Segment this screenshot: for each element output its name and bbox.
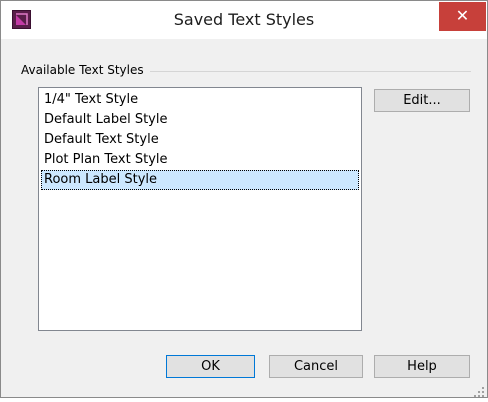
ok-button[interactable]: OK xyxy=(166,355,255,378)
help-button[interactable]: Help xyxy=(374,355,470,378)
list-item[interactable]: 1/4" Text Style xyxy=(41,90,359,110)
list-item[interactable]: Default Text Style xyxy=(41,130,359,150)
dialog-window: Saved Text Styles ✕ Available Text Style… xyxy=(0,0,488,398)
window-title: Saved Text Styles xyxy=(173,10,315,29)
title-bar[interactable]: Saved Text Styles ✕ xyxy=(1,1,487,39)
resize-grip-icon[interactable] xyxy=(473,383,485,397)
edit-button[interactable]: Edit... xyxy=(374,89,470,112)
list-item[interactable]: Plot Plan Text Style xyxy=(41,150,359,170)
group-label: Available Text Styles xyxy=(21,63,150,77)
list-item-selected[interactable]: Room Label Style xyxy=(41,170,359,190)
text-styles-list[interactable]: 1/4" Text Style Default Label Style Defa… xyxy=(38,87,362,331)
close-icon: ✕ xyxy=(455,6,470,25)
list-item[interactable]: Default Label Style xyxy=(41,110,359,130)
cancel-button[interactable]: Cancel xyxy=(269,355,363,378)
close-button[interactable]: ✕ xyxy=(439,2,486,31)
